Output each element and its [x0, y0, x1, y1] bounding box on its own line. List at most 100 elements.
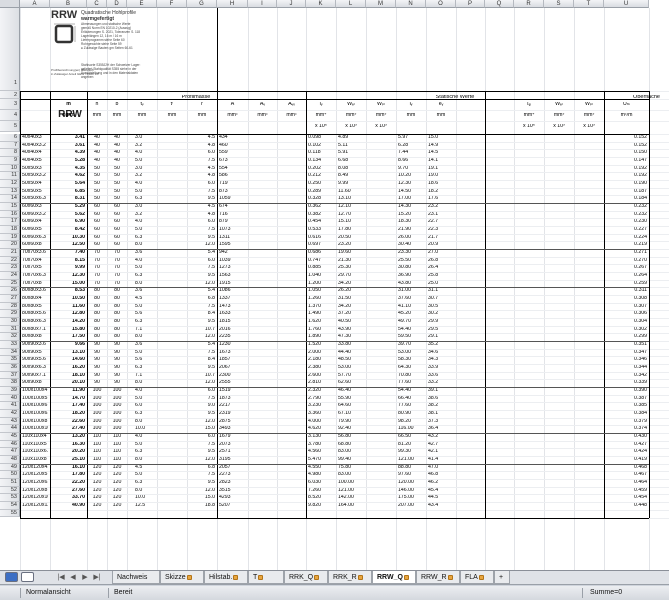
table-cell[interactable]: 33.70 [52, 495, 85, 500]
table-cell[interactable]: 5.0 [135, 350, 157, 355]
table-cell[interactable]: 27.40 [52, 426, 85, 431]
table-cell[interactable]: 39.70 [398, 342, 424, 347]
table-cell[interactable]: 14.30 [398, 204, 424, 209]
table-cell[interactable]: 47.30 [338, 334, 364, 339]
table-cell[interactable]: 44.5 [428, 495, 454, 500]
table-cell[interactable]: 14.9 [428, 143, 454, 148]
table-cell[interactable]: 80 [109, 311, 125, 316]
profile-name-cell[interactable]: 50x50x5 [22, 189, 48, 194]
table-cell[interactable]: 29.5 [428, 327, 454, 332]
table-cell[interactable]: 0.302 [606, 327, 647, 332]
table-cell[interactable]: 0.686 [308, 250, 334, 255]
profile-name-cell[interactable]: 90x90x5.6 [22, 357, 48, 362]
profile-name-cell[interactable]: 50x50x3.2 [22, 173, 48, 178]
tab--[interactable]: + [494, 571, 510, 584]
table-cell[interactable]: 1311 [219, 235, 246, 240]
table-cell[interactable]: 80 [109, 296, 125, 301]
table-cell[interactable]: 1073 [219, 227, 246, 232]
table-cell[interactable]: 9.5 [189, 365, 215, 370]
table-cell[interactable]: 0.747 [308, 258, 334, 263]
table-cell[interactable]: 42.7 [428, 442, 454, 447]
table-cell[interactable]: 1595 [219, 242, 246, 247]
tab-nachweis[interactable]: Nachweis [112, 571, 160, 584]
profile-name-cell[interactable]: 120x120x8 [22, 488, 48, 493]
table-cell[interactable]: 40.50 [338, 319, 364, 324]
table-cell[interactable]: 81.20 [398, 442, 424, 447]
table-cell[interactable]: 30.2 [428, 311, 454, 316]
profile-name-cell[interactable]: 70x70x6.3 [22, 273, 48, 278]
table-cell[interactable]: 6.3 [135, 449, 157, 454]
table-cell[interactable]: 54.40 [398, 388, 424, 393]
table-cell[interactable]: 6.0 [189, 258, 215, 263]
table-cell[interactable]: 0.307 [606, 304, 647, 309]
column-header-e[interactable]: E [127, 0, 157, 8]
profile-name-cell[interactable]: 70x70x8 [22, 281, 48, 286]
table-cell[interactable]: 3515 [219, 488, 246, 493]
table-cell[interactable]: 90 [109, 350, 125, 355]
table-cell[interactable]: 23.30 [398, 250, 424, 255]
table-cell[interactable]: 21.90 [398, 227, 424, 232]
row-header[interactable]: 26 [0, 287, 20, 296]
table-cell[interactable]: 22.3 [428, 227, 454, 232]
table-cell[interactable]: 719 [219, 181, 246, 186]
table-cell[interactable]: 100 [109, 388, 125, 393]
row-header[interactable]: 7 [0, 141, 20, 150]
table-cell[interactable]: 4.5 [189, 135, 215, 140]
table-cell[interactable]: 16.30 [52, 442, 85, 447]
table-cell[interactable]: 80 [109, 327, 125, 332]
row-header[interactable]: 5 [0, 121, 20, 132]
table-cell[interactable]: 1.050 [308, 288, 334, 293]
table-cell[interactable]: 99.30 [398, 449, 424, 454]
row-header[interactable]: 27 [0, 295, 20, 303]
table-cell[interactable]: 10.7 [189, 373, 215, 378]
table-cell[interactable]: 20.9 [428, 242, 454, 247]
table-cell[interactable]: 3.61 [52, 143, 85, 148]
profile-name-cell[interactable]: 120x120x12.5 [22, 503, 48, 508]
table-cell[interactable]: 11.60 [52, 304, 85, 309]
table-cell[interactable]: 33.9 [428, 365, 454, 370]
tab-rrw-r[interactable]: RRW_R [416, 571, 460, 584]
row-header[interactable]: 29 [0, 310, 20, 319]
profile-name-cell[interactable]: 110x110x6.3 [22, 449, 48, 454]
table-cell[interactable]: 2235 [219, 334, 246, 339]
table-cell[interactable]: 70 [109, 258, 125, 263]
first-sheet-icon[interactable]: |◀ [56, 572, 66, 583]
table-cell[interactable]: 66.40 [398, 396, 424, 401]
table-cell[interactable]: 0.533 [308, 227, 334, 232]
table-cell[interactable]: 7.260 [308, 488, 334, 493]
table-cell[interactable]: 21.7 [428, 235, 454, 240]
profile-name-cell[interactable]: 80x80x3.6 [22, 288, 48, 293]
table-cell[interactable]: 7.1 [135, 327, 157, 332]
table-cell[interactable]: 70 [89, 250, 105, 255]
table-cell[interactable]: 80 [89, 296, 105, 301]
table-cell[interactable]: 4.5 [135, 465, 157, 470]
table-cell[interactable]: 6.0 [135, 403, 157, 408]
row-header[interactable]: 20 [0, 241, 20, 250]
table-cell[interactable]: 1473 [219, 304, 246, 309]
table-cell[interactable]: 60 [89, 219, 105, 224]
next-sheet-icon[interactable]: ▶ [80, 572, 90, 583]
table-cell[interactable]: 0.134 [308, 158, 334, 163]
table-cell[interactable]: 31.1 [428, 288, 454, 293]
table-cell[interactable]: 60 [109, 204, 125, 209]
table-cell[interactable]: 6.0 [189, 388, 215, 393]
table-cell[interactable]: 0.459 [606, 488, 647, 493]
profile-name-cell[interactable]: 60x60x6.3 [22, 235, 48, 240]
table-cell[interactable]: 0.232 [606, 212, 647, 217]
table-cell[interactable]: 8.4 [189, 311, 215, 316]
table-cell[interactable]: 120 [109, 480, 125, 485]
table-cell[interactable]: 48.50 [338, 357, 364, 362]
table-cell[interactable]: 57.70 [338, 373, 364, 378]
table-cell[interactable]: 6.28 [398, 143, 424, 148]
table-cell[interactable]: 1.200 [308, 281, 334, 286]
table-cell[interactable]: 1633 [219, 311, 246, 316]
table-cell[interactable]: 15.20 [398, 212, 424, 217]
row-header[interactable]: 38 [0, 379, 20, 388]
table-cell[interactable]: 0.299 [606, 334, 647, 339]
table-cell[interactable]: 4.5 [189, 166, 215, 171]
table-cell[interactable]: 1873 [219, 396, 246, 401]
profile-name-cell[interactable]: 100x100x6 [22, 403, 48, 408]
table-cell[interactable]: 1563 [219, 273, 246, 278]
table-cell[interactable]: 7.5 [189, 265, 215, 270]
column-header-t[interactable]: T [574, 0, 604, 8]
